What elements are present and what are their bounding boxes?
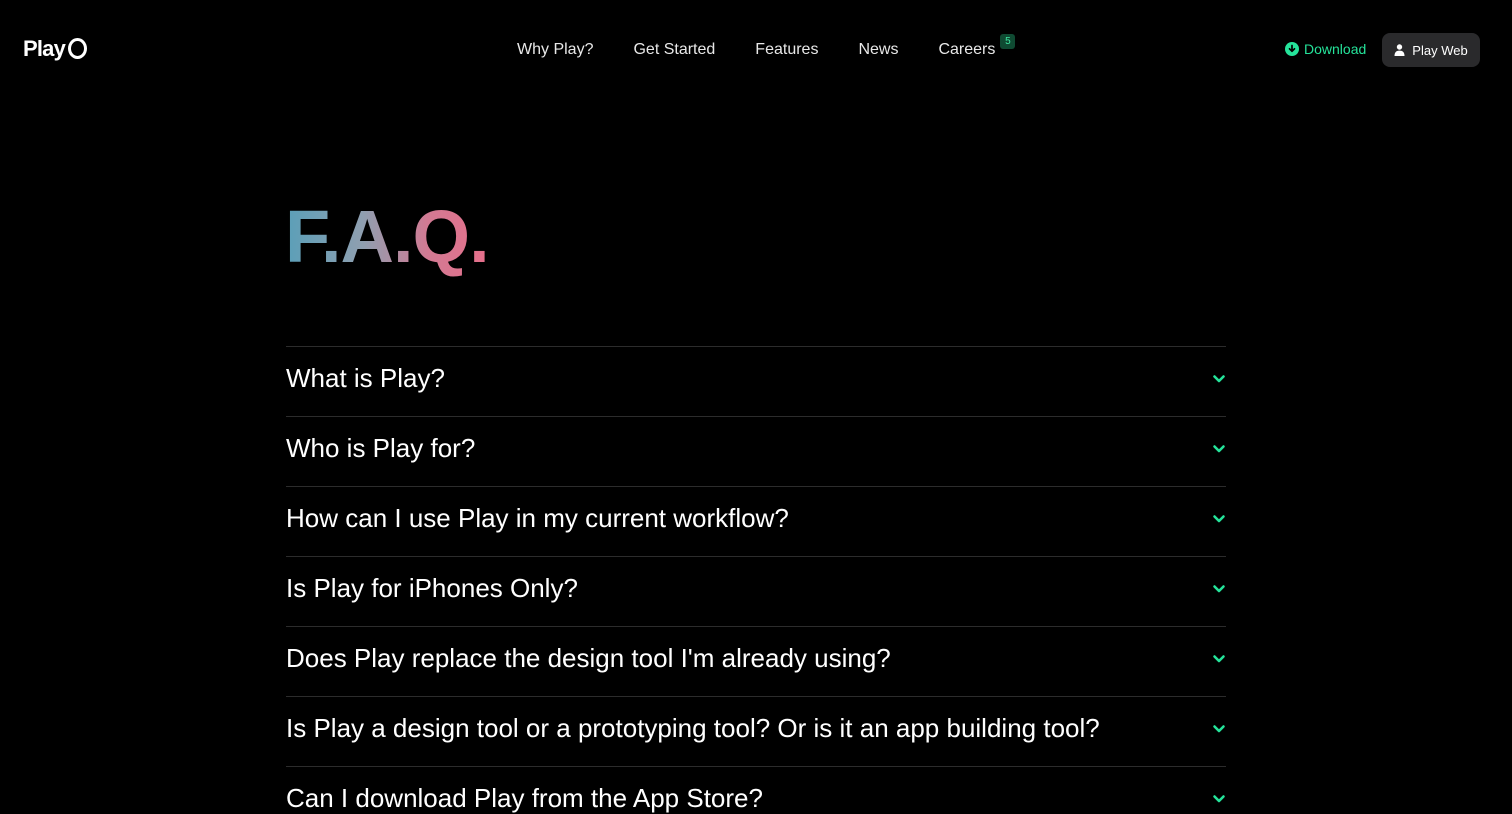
nav-item-careers-label: Careers	[938, 41, 996, 58]
faq-item[interactable]: Is Play a design tool or a prototyping t…	[286, 696, 1226, 766]
nav-item-get-started[interactable]: Get Started	[633, 41, 715, 59]
nav-item-news[interactable]: News	[858, 41, 898, 59]
logo[interactable]: Play	[23, 34, 88, 64]
careers-count-badge: 5	[1000, 34, 1016, 49]
faq-question: Does Play replace the design tool I'm al…	[286, 643, 891, 673]
faq-list: What is Play? Who is Play for? How can I…	[286, 346, 1226, 814]
download-circle-icon	[1285, 42, 1299, 56]
page: Play Why Play? Get Started Features News…	[0, 0, 1512, 814]
play-web-button[interactable]: Play Web	[1382, 33, 1480, 67]
faq-question: How can I use Play in my current workflo…	[286, 503, 789, 533]
main-nav: Why Play? Get Started Features News Care…	[517, 34, 1016, 62]
faq-item[interactable]: Is Play for iPhones Only?	[286, 556, 1226, 626]
play-web-label: Play Web	[1412, 42, 1468, 58]
chevron-down-icon	[1213, 445, 1225, 453]
faq-question: Is Play for iPhones Only?	[286, 573, 578, 603]
faq-question: Who is Play for?	[286, 433, 476, 463]
nav-item-careers[interactable]: Careers 5	[938, 34, 1016, 59]
chevron-down-icon	[1213, 375, 1225, 383]
faq-item[interactable]: What is Play?	[286, 346, 1226, 416]
chevron-down-icon	[1213, 725, 1225, 733]
logo-ring-icon	[68, 37, 88, 59]
faq-question: Is Play a design tool or a prototyping t…	[286, 713, 1100, 743]
faq-item[interactable]: How can I use Play in my current workflo…	[286, 486, 1226, 556]
logo-text: Play	[23, 36, 66, 61]
download-label: Download	[1304, 41, 1367, 57]
faq-item[interactable]: Can I download Play from the App Store?	[286, 766, 1226, 814]
nav-item-why-play[interactable]: Why Play?	[517, 41, 593, 59]
chevron-down-icon	[1213, 655, 1225, 663]
faq-title: F.A.Q.	[285, 195, 490, 278]
download-link[interactable]: Download	[1285, 41, 1366, 57]
chevron-down-icon	[1213, 515, 1225, 523]
faq-question: Can I download Play from the App Store?	[286, 783, 763, 813]
nav-item-features[interactable]: Features	[755, 41, 818, 59]
chevron-down-icon	[1213, 795, 1225, 803]
chevron-down-icon	[1213, 585, 1225, 593]
site-header: Play Why Play? Get Started Features News…	[0, 0, 1512, 100]
user-icon	[1394, 44, 1405, 56]
faq-item[interactable]: Does Play replace the design tool I'm al…	[286, 626, 1226, 696]
faq-item[interactable]: Who is Play for?	[286, 416, 1226, 486]
faq-question: What is Play?	[286, 363, 445, 393]
